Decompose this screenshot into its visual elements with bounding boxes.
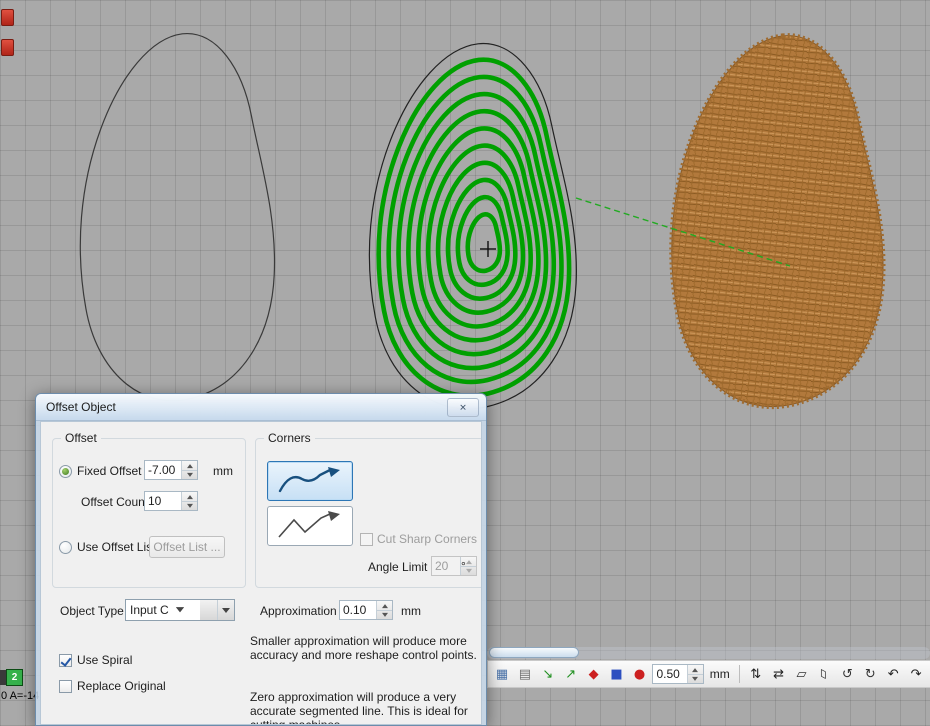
combo-open-button[interactable] (217, 600, 234, 620)
skew-vertical-icon[interactable]: ▱ (814, 664, 834, 684)
color-block-icon[interactable]: ■ (607, 664, 627, 684)
outline-shape[interactable] (80, 34, 274, 401)
dialog-body: Offset Fixed Offset -7.00 mm Offset Coun… (40, 421, 482, 725)
mesh-icon[interactable]: ▤ (515, 664, 535, 684)
scrollbar-thumb[interactable] (489, 647, 579, 658)
spin-down-button[interactable] (182, 502, 197, 511)
rotate-ccw-icon[interactable]: ↶ (883, 664, 903, 684)
sharp-corners-button[interactable] (267, 506, 353, 546)
object-type-dropdown[interactable]: Input C (125, 599, 235, 621)
angle-limit-spinner[interactable]: 20 (431, 556, 477, 576)
mirror-vertical-icon[interactable]: ⇅ (746, 664, 766, 684)
round-corners-icon (274, 466, 346, 496)
toolbar-separator (739, 665, 740, 683)
fixed-offset-label: Fixed Offset (77, 464, 141, 478)
offset-count-label: Offset Count (81, 495, 148, 509)
status-coordinates: 0 A=-14 (1, 690, 39, 702)
stop-point-icon[interactable]: ◆ (584, 664, 604, 684)
use-spiral-checkbox[interactable] (59, 654, 72, 667)
approximation-unit: mm (401, 604, 421, 618)
angle-limit-label: Angle Limit (368, 560, 427, 574)
approximation-value[interactable]: 0.10 (340, 601, 376, 619)
spin-up-button[interactable] (377, 601, 392, 611)
dropdown-arrow-icon[interactable] (200, 600, 217, 620)
approximation-label: Approximation (260, 604, 337, 618)
dialog-titlebar[interactable]: Offset Object (36, 394, 486, 421)
stitch-spacing-unit: mm (710, 667, 730, 681)
zero-approximation-note: Zero approximation will produce a very a… (250, 690, 482, 725)
angle-limit-value[interactable]: 20 (432, 557, 460, 575)
offset-count-spinner[interactable]: 10 (144, 491, 198, 511)
horizontal-scrollbar[interactable] (487, 647, 930, 659)
spin-up-button[interactable] (182, 492, 197, 502)
run-stitch-icon[interactable]: ↘ (538, 664, 558, 684)
offset-group-label: Offset (61, 431, 101, 445)
application-window: 2 0 A=-14 ▦ ▤ ↘ ↗ ◆ ■ ● 0.50 mm ⇅ ⇄ ▱ ▱ … (0, 0, 930, 726)
spin-up-button[interactable] (688, 665, 703, 675)
round-corners-button[interactable] (267, 461, 353, 501)
stitch-spacing-value[interactable]: 0.50 (653, 665, 686, 683)
spin-up-button[interactable] (182, 461, 197, 471)
angle-limit-unit: ° (461, 559, 466, 573)
approximation-spinner[interactable]: 0.10 (339, 600, 393, 620)
left-dock-icon-2[interactable] (1, 39, 14, 56)
spin-down-button[interactable] (182, 471, 197, 480)
spin-down-button[interactable] (377, 611, 392, 620)
left-dock-icon-1[interactable] (1, 9, 14, 26)
thread-color-icon[interactable]: ● (630, 664, 650, 684)
grid-icon[interactable]: ▦ (492, 664, 512, 684)
dialog-title: Offset Object (46, 400, 116, 414)
object-type-value: Input C (126, 600, 200, 620)
use-spiral-label: Use Spiral (77, 653, 132, 667)
rotate-cw-45-icon[interactable]: ↻ (860, 664, 880, 684)
color-index-badge: 2 (6, 669, 23, 686)
cut-sharp-corners-label: Cut Sharp Corners (377, 532, 477, 546)
corners-group-label: Corners (264, 431, 315, 445)
close-button[interactable] (447, 398, 479, 417)
stitched-shape[interactable] (672, 36, 883, 407)
mirror-horizontal-icon[interactable]: ⇄ (769, 664, 789, 684)
bottom-toolbar: ▦ ▤ ↘ ↗ ◆ ■ ● 0.50 mm ⇅ ⇄ ▱ ▱ ↺ ↻ ↶ ↷ (487, 660, 930, 688)
crosshair-cursor (480, 241, 496, 257)
offset-count-value[interactable]: 10 (145, 492, 181, 510)
rotate-ccw-45-icon[interactable]: ↺ (837, 664, 857, 684)
skew-horizontal-icon[interactable]: ▱ (792, 664, 812, 684)
offset-list-button-label: Offset List ... (153, 540, 220, 554)
sharp-corners-icon (274, 511, 346, 541)
fixed-offset-radio[interactable] (59, 465, 72, 478)
spin-down-button[interactable] (688, 675, 703, 684)
object-type-label: Object Type (60, 604, 124, 618)
approximation-note: Smaller approximation will produce more … (250, 634, 482, 662)
fixed-offset-unit: mm (213, 464, 233, 478)
replace-original-label: Replace Original (77, 679, 166, 693)
stitch-spacing-spinner[interactable]: 0.50 (652, 664, 703, 684)
jump-stitch-icon[interactable]: ↗ (561, 664, 581, 684)
replace-original-checkbox[interactable] (59, 680, 72, 693)
fixed-offset-value[interactable]: -7.00 (145, 461, 181, 479)
offset-shape[interactable] (369, 44, 576, 409)
use-offset-list-radio[interactable] (59, 541, 72, 554)
offset-object-dialog: Offset Object Offset Fixed Offset -7.00 … (35, 393, 487, 726)
offset-list-button[interactable]: Offset List ... (149, 536, 225, 558)
fixed-offset-spinner[interactable]: -7.00 (144, 460, 198, 480)
status-area: 2 (0, 669, 23, 686)
rotate-cw-icon[interactable]: ↷ (906, 664, 926, 684)
cut-sharp-corners-checkbox[interactable] (360, 533, 373, 546)
use-offset-list-label: Use Offset List (77, 540, 155, 554)
